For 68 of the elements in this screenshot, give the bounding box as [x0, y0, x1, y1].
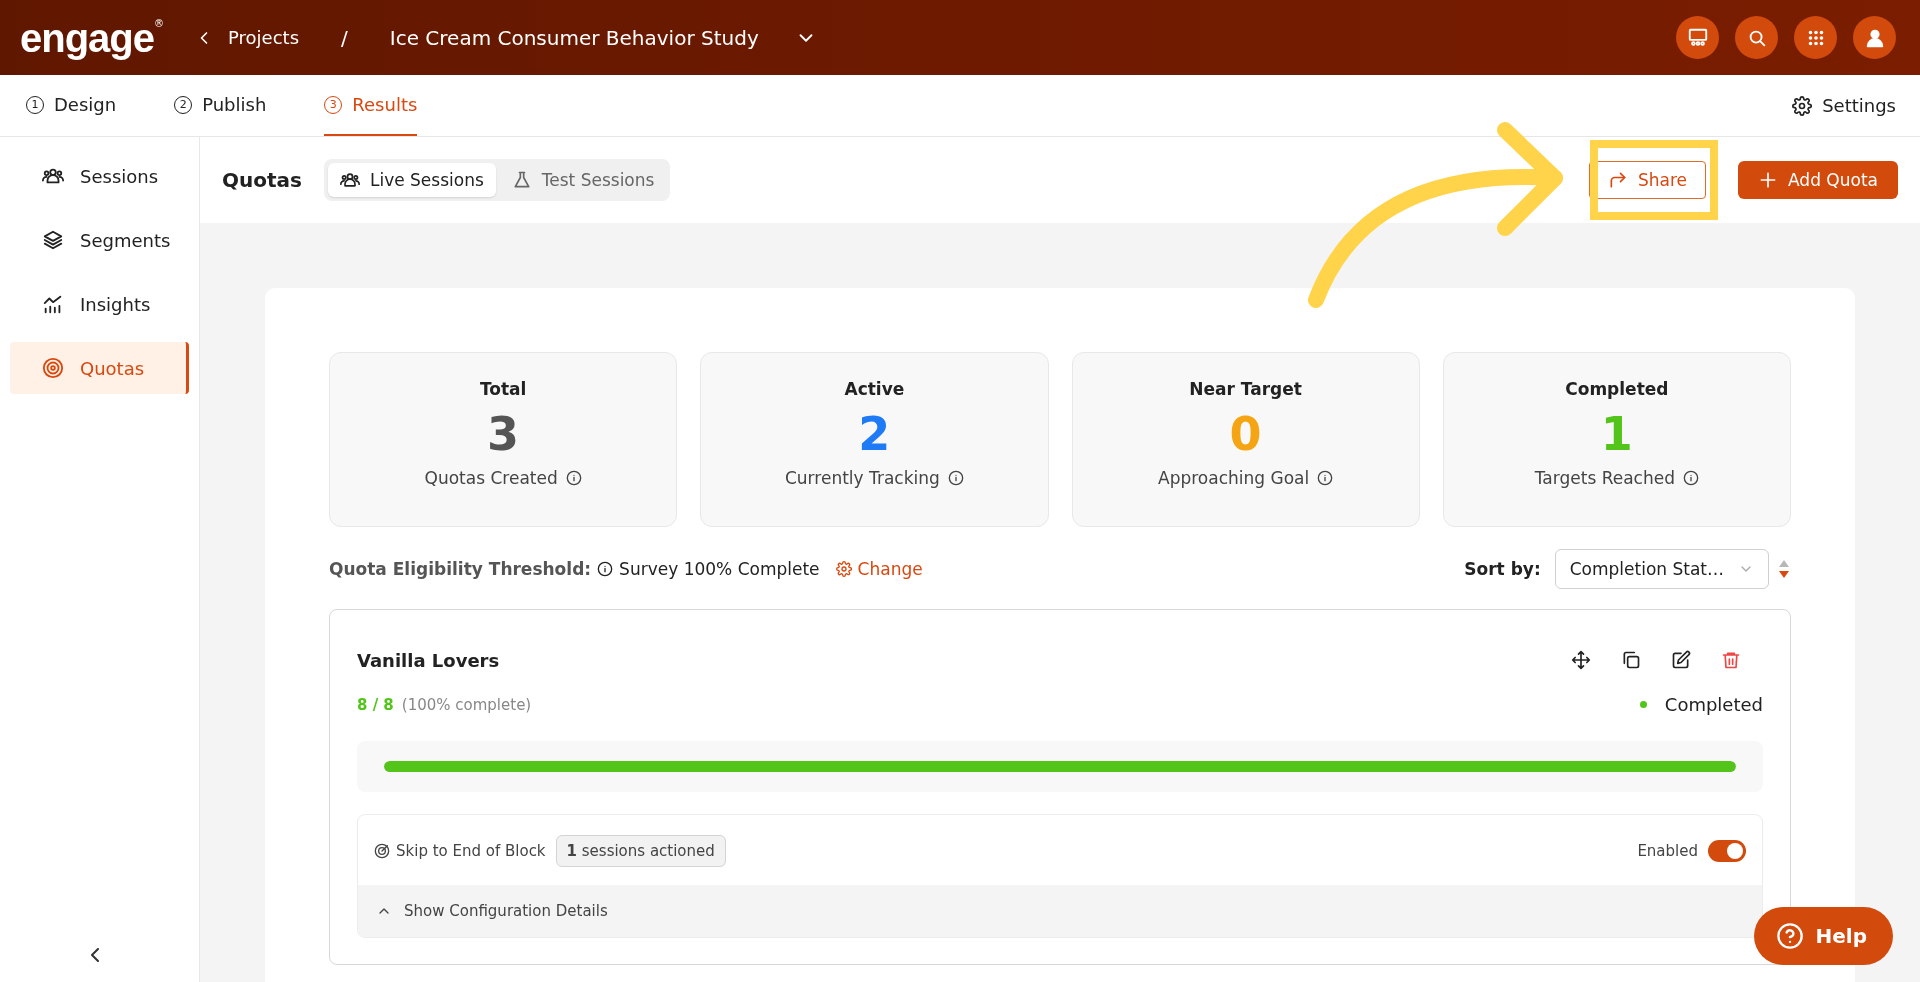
sidebar-item[interactable]: Quotas: [10, 342, 189, 394]
stat-title: Completed: [1565, 379, 1669, 399]
info-icon: [597, 561, 614, 577]
stat-value: 3: [487, 409, 520, 460]
info-icon: [947, 469, 964, 486]
presentation-button[interactable]: [1676, 16, 1719, 59]
sidebar-item[interactable]: Segments: [10, 214, 189, 266]
search-button[interactable]: [1735, 16, 1778, 59]
show-details-toggle[interactable]: Show Configuration Details: [358, 885, 1762, 937]
settings-icon: [835, 561, 852, 577]
target-icon: [42, 357, 64, 379]
user-button[interactable]: [1853, 16, 1896, 59]
page-title: Quotas: [222, 168, 302, 192]
sidebar-item[interactable]: Insights: [10, 278, 189, 330]
chart-icon: [42, 293, 64, 315]
stat-value: 0: [1229, 409, 1262, 460]
copy-icon: [1621, 650, 1641, 670]
presentation-icon: [1686, 26, 1709, 49]
info-icon: [565, 469, 582, 486]
info-icon: [1317, 469, 1334, 486]
stat-caption: Quotas Created: [424, 467, 558, 488]
target-icon: [374, 843, 390, 859]
settings-link[interactable]: Settings: [1792, 75, 1896, 136]
logo: engage$^{®}$: [20, 17, 165, 58]
move-icon: [1571, 650, 1591, 670]
apps-grid-button[interactable]: [1794, 16, 1837, 59]
breadcrumb-separator: /: [341, 25, 348, 50]
stat-caption: Currently Tracking: [784, 467, 940, 488]
stat-caption: Approaching Goal: [1158, 467, 1310, 488]
stat-title: Near Target: [1189, 379, 1302, 399]
info-icon: [1682, 469, 1699, 486]
session-tab[interactable]: Test Sessions: [499, 163, 667, 197]
people-icon: [339, 170, 360, 190]
chevron-left-icon: [90, 948, 99, 962]
settings-icon: [1792, 95, 1813, 116]
action-label: Skip to End of Block: [396, 842, 546, 860]
layers-icon: [42, 229, 64, 251]
step-tab[interactable]: 1 Design: [26, 75, 117, 136]
status-text: Completed: [1664, 694, 1763, 715]
move-button[interactable]: [1569, 648, 1593, 672]
help-icon: [1775, 922, 1804, 950]
collapse-button[interactable]: [90, 948, 99, 962]
sidebar-item[interactable]: Sessions: [10, 150, 189, 202]
sort-dropdown[interactable]: Completion Stat…: [1554, 549, 1769, 589]
session-tab[interactable]: Live Sessions: [327, 163, 496, 197]
project-selector[interactable]: Ice Cream Consumer Behavior Study: [389, 25, 817, 50]
sort-label: Sort by:: [1464, 559, 1541, 579]
add-quota-button[interactable]: Add Quota: [1738, 161, 1898, 199]
stat-title: Active: [844, 379, 905, 399]
stat-title: Total: [479, 379, 527, 399]
stat-caption: Targets Reached: [1534, 467, 1675, 488]
quota-count: 8 / 8: [357, 695, 394, 714]
threshold-value: Survey 100% Complete: [619, 559, 820, 579]
trash-icon: [1721, 650, 1741, 670]
change-link[interactable]: Change: [835, 559, 923, 579]
stat-value: 2: [858, 409, 891, 460]
quota-name: Vanilla Lovers: [357, 649, 500, 671]
stat-value: 1: [1600, 409, 1633, 460]
help-button[interactable]: Help: [1753, 907, 1893, 965]
quota-percent: (100% complete): [401, 695, 532, 714]
sessions-badge: 1 sessions actioned: [555, 835, 726, 867]
share-button[interactable]: Share: [1588, 161, 1707, 199]
projects-link[interactable]: Projects: [194, 27, 299, 48]
threshold-label: Quota Eligibility Threshold:: [329, 559, 592, 579]
toggle-label: Enabled: [1637, 842, 1698, 860]
edit-icon: [1671, 650, 1691, 670]
enabled-toggle[interactable]: [1708, 840, 1746, 862]
step-tab[interactable]: 2 Publish: [174, 75, 267, 136]
